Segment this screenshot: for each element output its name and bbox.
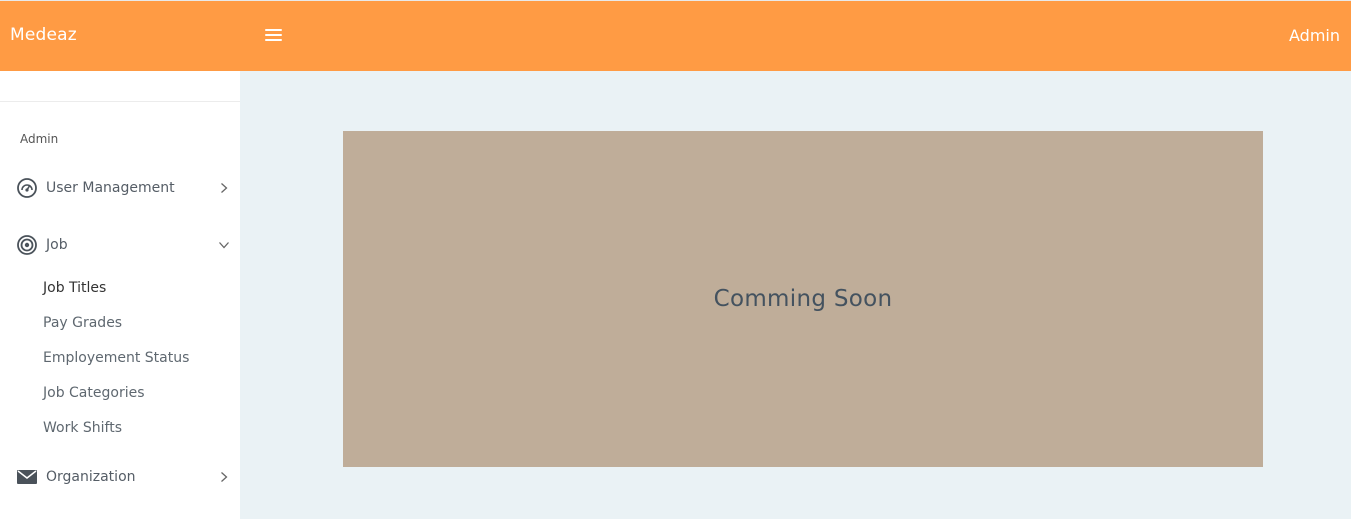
sidebar-subitem-employment-status[interactable]: Employement Status [43, 350, 189, 366]
brand-logo[interactable]: Medeaz [10, 25, 77, 45]
sidebar-item-job[interactable]: Job [16, 233, 230, 257]
envelope-icon [16, 466, 38, 488]
chevron-right-icon [218, 182, 230, 194]
top-bar: Medeaz Admin [0, 0, 1351, 71]
sidebar-subitem-work-shifts[interactable]: Work Shifts [43, 420, 122, 436]
dashboard-gauge-icon [16, 177, 38, 199]
chevron-right-icon [218, 471, 230, 483]
target-icon [16, 234, 38, 256]
user-menu[interactable]: Admin [1289, 26, 1340, 45]
coming-soon-panel: Comming Soon [343, 131, 1263, 467]
main-content: Comming Soon [240, 71, 1351, 519]
chevron-down-icon [218, 239, 230, 251]
sidebar-item-user-management[interactable]: User Management [16, 176, 230, 200]
sidebar-subitem-job-categories[interactable]: Job Categories [43, 385, 145, 401]
sidebar-subitem-job-titles[interactable]: Job Titles [43, 280, 106, 296]
sidebar: Admin User Management Job Job Titles Pay… [0, 71, 240, 519]
sidebar-item-label: User Management [46, 180, 175, 196]
sidebar-header [0, 71, 240, 102]
sidebar-item-label: Organization [46, 469, 136, 485]
sidebar-item-organization[interactable]: Organization [16, 465, 230, 489]
coming-soon-text: Comming Soon [713, 286, 893, 312]
sidebar-item-label: Job [46, 237, 68, 253]
hamburger-icon[interactable] [265, 29, 282, 42]
sidebar-subitem-pay-grades[interactable]: Pay Grades [43, 315, 122, 331]
sidebar-section-title: Admin [20, 132, 59, 146]
